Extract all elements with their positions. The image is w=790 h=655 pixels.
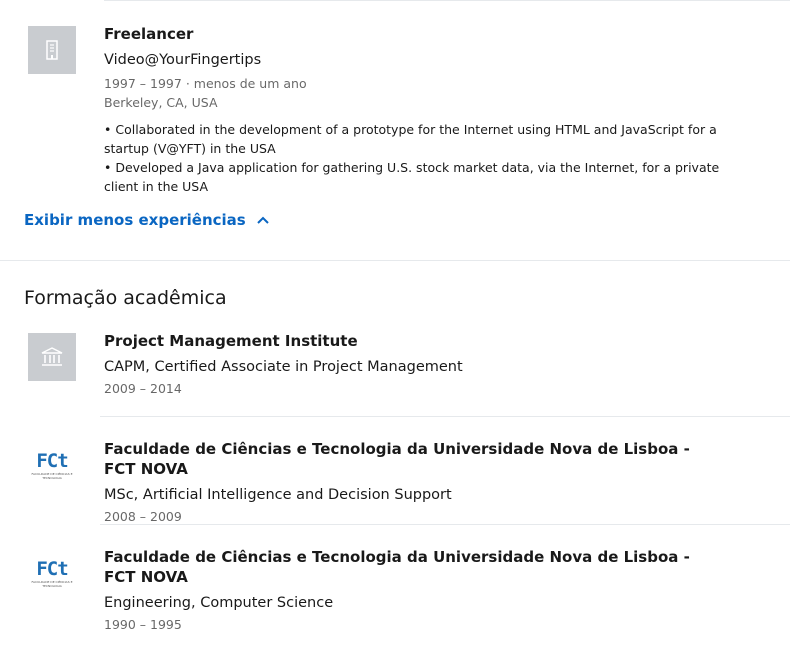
experience-duration: menos de um ano bbox=[193, 76, 307, 91]
fct-nova-logo[interactable]: FCt FACULDADE DE CIÊNCIAS E TECNOLOGIA bbox=[28, 549, 76, 597]
building-icon bbox=[46, 40, 58, 60]
school-logo-placeholder[interactable] bbox=[28, 333, 76, 381]
description-bullet: • Collaborated in the development of a p… bbox=[104, 122, 717, 156]
fct-logo-subtext: FACULDADE DE CIÊNCIAS E TECNOLOGIA bbox=[31, 471, 73, 480]
fct-logo-mark: FCt bbox=[36, 557, 68, 580]
school-name[interactable]: Project Management Institute bbox=[104, 331, 724, 351]
fct-nova-logo[interactable]: FCt FACULDADE DE CIÊNCIAS E TECNOLOGIA bbox=[28, 441, 76, 489]
school-name[interactable]: Faculdade de Ciências e Tecnologia da Un… bbox=[104, 439, 724, 479]
degree: CAPM, Certified Associate in Project Man… bbox=[104, 359, 463, 375]
experience-title[interactable]: Freelancer bbox=[104, 24, 724, 44]
education-dates: 2009 – 2014 bbox=[104, 381, 182, 396]
education-entry: Project Management Institute CAPM, Certi… bbox=[104, 331, 724, 398]
top-divider bbox=[104, 0, 790, 1]
degree: MSc, Artificial Intelligence and Decisio… bbox=[104, 487, 452, 503]
description-bullet: • Developed a Java application for gathe… bbox=[104, 160, 720, 194]
school-name[interactable]: Faculdade de Ciências e Tecnologia da Un… bbox=[104, 547, 724, 587]
experience-description: • Collaborated in the development of a p… bbox=[104, 120, 724, 196]
education-divider bbox=[100, 416, 790, 417]
education-dates: 1990 – 1995 bbox=[104, 617, 182, 632]
experience-location: Berkeley, CA, USA bbox=[104, 95, 218, 110]
education-entry: Faculdade de Ciências e Tecnologia da Un… bbox=[104, 439, 724, 526]
show-less-experiences-button[interactable]: Exibir menos experiências bbox=[24, 211, 270, 229]
education-divider bbox=[100, 524, 790, 525]
degree: Engineering, Computer Science bbox=[104, 595, 334, 611]
experience-company[interactable]: Video@YourFingertips bbox=[104, 50, 724, 70]
show-less-label: Exibir menos experiências bbox=[24, 211, 246, 229]
experience-dates-row: 1997 – 1997 · menos de um ano bbox=[104, 74, 724, 93]
school-building-icon bbox=[41, 347, 63, 366]
section-divider bbox=[0, 260, 790, 261]
education-entry: Faculdade de Ciências e Tecnologia da Un… bbox=[104, 547, 724, 634]
fct-logo-mark: FCt bbox=[36, 449, 68, 472]
experience-entry: Freelancer Video@YourFingertips 1997 – 1… bbox=[104, 24, 724, 196]
fct-logo-subtext: FACULDADE DE CIÊNCIAS E TECNOLOGIA bbox=[31, 579, 73, 588]
education-section-title: Formação acadêmica bbox=[24, 287, 227, 309]
separator-dot: · bbox=[185, 76, 194, 91]
experience-dates: 1997 – 1997 bbox=[104, 76, 182, 91]
chevron-up-icon bbox=[257, 216, 269, 224]
company-logo-placeholder[interactable] bbox=[28, 26, 76, 74]
